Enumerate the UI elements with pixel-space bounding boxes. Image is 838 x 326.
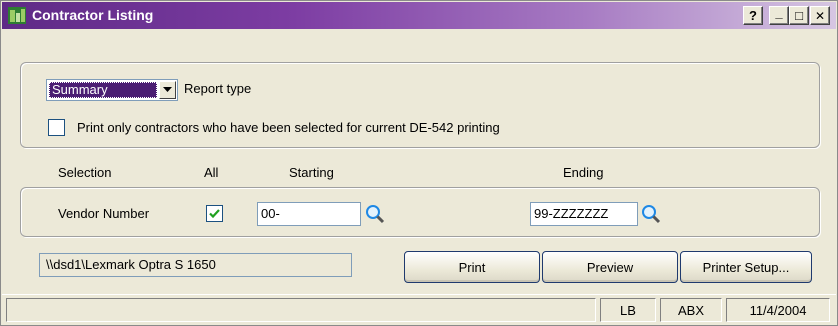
window-title: Contractor Listing	[32, 7, 154, 23]
status-user: LB	[600, 298, 656, 322]
title-bar[interactable]: Contractor Listing ? _ □ ✕	[2, 2, 836, 29]
ending-vendor-input[interactable]: 99-ZZZZZZZ	[530, 202, 638, 226]
minimize-button[interactable]: _	[769, 6, 789, 25]
printer-setup-button-label: Printer Setup...	[702, 259, 790, 275]
report-type-label: Report type	[184, 81, 252, 96]
all-header: All	[204, 165, 219, 180]
starting-lookup-icon[interactable]	[364, 203, 386, 225]
report-options-group	[20, 62, 820, 148]
print-button[interactable]: Print	[404, 251, 540, 283]
status-bar: LB ABX 11/4/2004	[2, 294, 836, 324]
help-icon: ?	[749, 8, 757, 23]
printer-setup-button[interactable]: Printer Setup...	[680, 251, 812, 283]
ending-header: Ending	[563, 165, 604, 180]
report-type-dropdown-button[interactable]	[159, 81, 176, 99]
report-type-value: Summary	[49, 82, 157, 98]
minimize-icon: _	[775, 5, 783, 20]
maximize-icon: □	[795, 8, 803, 23]
printer-path-display: \\dsd1\Lexmark Optra S 1650	[39, 253, 352, 277]
report-type-select[interactable]: Summary	[46, 79, 178, 101]
status-message-panel	[6, 298, 596, 322]
app-icon	[8, 7, 26, 24]
print-button-label: Print	[458, 259, 486, 275]
preview-button[interactable]: Preview	[542, 251, 678, 283]
status-company: ABX	[660, 298, 722, 322]
status-date: 11/4/2004	[726, 298, 830, 322]
close-icon: ✕	[814, 8, 826, 23]
maximize-button[interactable]: □	[789, 6, 809, 25]
print-only-selected-checkbox[interactable]	[48, 119, 65, 136]
all-vendors-checkbox[interactable]	[206, 205, 223, 222]
close-button[interactable]: ✕	[810, 6, 830, 25]
contractor-listing-window: Contractor Listing ? _ □ ✕ Summary Repor…	[0, 0, 838, 326]
print-only-selected-label: Print only contractors who have been sel…	[77, 120, 500, 135]
chevron-down-icon	[163, 87, 172, 92]
vendor-number-label: Vendor Number	[58, 206, 150, 221]
ending-lookup-icon[interactable]	[640, 203, 662, 225]
starting-vendor-input[interactable]: 00-	[257, 202, 361, 226]
starting-header: Starting	[289, 165, 334, 180]
checkmark-icon	[209, 209, 220, 219]
preview-button-label: Preview	[586, 259, 634, 275]
help-button[interactable]: ?	[743, 6, 763, 25]
selection-header: Selection	[58, 165, 112, 180]
